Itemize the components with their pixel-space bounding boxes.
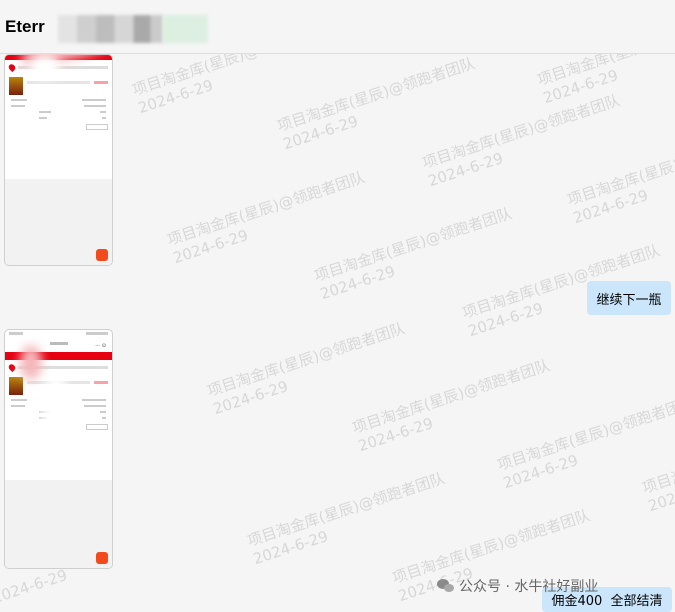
product-thumbnail bbox=[9, 377, 23, 395]
watermark-date: 2024-6-29 bbox=[500, 451, 581, 493]
watermark-date: 2024-6-29 bbox=[0, 566, 70, 608]
order-product bbox=[5, 75, 112, 97]
redacted-name bbox=[58, 15, 163, 43]
watermark-date: 2024-6-29 bbox=[570, 186, 651, 228]
watermark-text: 项目淘金库(星辰)@领跑者团队 bbox=[312, 204, 515, 286]
order-page-title: ⋯ ⊙ bbox=[5, 341, 112, 352]
chat-header: Eterr bbox=[0, 0, 675, 54]
watermark-date: 2024-6-29 bbox=[645, 474, 675, 516]
watermark-date: 2024-6-29 bbox=[425, 149, 506, 191]
watermark-text: 项目淘金库(星辰)@领跑者团队 bbox=[205, 319, 408, 401]
watermark-text: 项目淘金库(星辰)@领跑者团队 bbox=[420, 91, 623, 173]
watermark-text: 项目淘金库(星辰)@领跑者团队 bbox=[640, 416, 675, 498]
watermark-text: 项目淘金库(星辰)@领跑者团队 bbox=[565, 128, 675, 210]
redacted-name-tail bbox=[163, 15, 208, 43]
order-info-row bbox=[5, 115, 112, 121]
brand-label: 公众号 · 水牛社好副业 bbox=[459, 579, 599, 595]
order-screenshot-1[interactable] bbox=[4, 54, 113, 266]
location-pin-icon bbox=[7, 362, 17, 373]
watermark-text: 项目淘金库(星辰)@领跑者团队 bbox=[350, 356, 553, 438]
watermark-date: 2024-6-29 bbox=[317, 262, 398, 304]
watermark-date: 2024-6-29 bbox=[170, 226, 251, 268]
order-action-button bbox=[86, 424, 108, 430]
chat-title: Eterr bbox=[5, 17, 45, 36]
watermark-date: 2024-6-29 bbox=[250, 527, 331, 569]
phone-status-bar bbox=[5, 330, 112, 341]
watermark-date: 2024-6-29 bbox=[355, 414, 436, 456]
watermark-date: 2024-6-29 bbox=[280, 112, 361, 154]
shop-app-icon bbox=[96, 249, 108, 261]
watermark-text: 项目淘金库(星辰)@领跑者团队 bbox=[245, 469, 448, 551]
shop-app-icon bbox=[96, 552, 108, 564]
watermark-text: 项目淘金库(星辰)@领跑者团队 bbox=[275, 54, 478, 136]
more-icon: ⋯ ⊙ bbox=[95, 343, 106, 349]
order-action-button bbox=[86, 124, 108, 130]
wechat-icon bbox=[437, 579, 455, 593]
wechat-account-brand: 公众号 · 水牛社好副业 bbox=[437, 576, 598, 596]
location-pin-icon bbox=[7, 62, 17, 73]
watermark-text: 项目淘金库(星辰)@领跑者团队 bbox=[495, 393, 675, 475]
watermark-date: 2024-6-29 bbox=[210, 377, 291, 419]
watermark-text: 项目淘金库(星辰)@领跑者团队 bbox=[165, 168, 368, 250]
product-thumbnail bbox=[9, 77, 23, 95]
message-bubble-next-bottle[interactable]: 继续下一瓶 bbox=[587, 281, 671, 315]
